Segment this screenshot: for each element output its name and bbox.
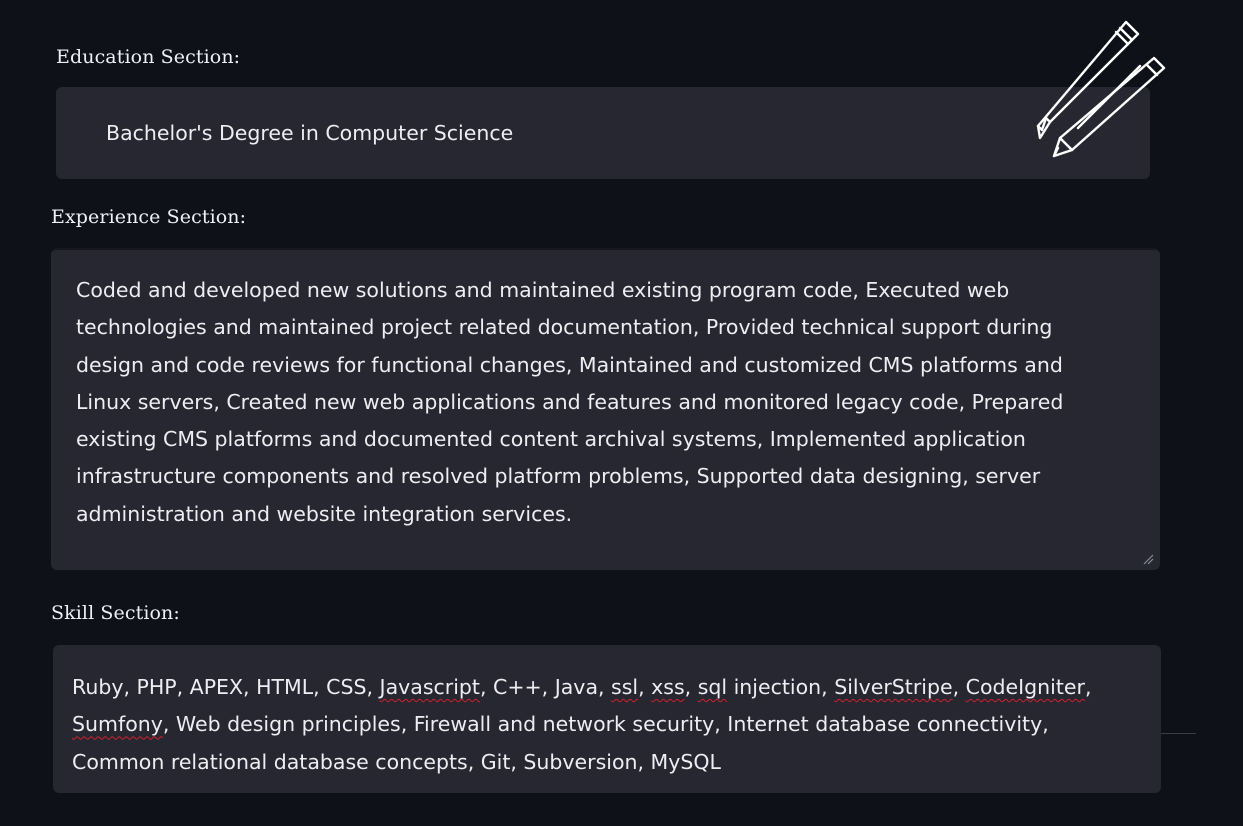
skill-misspelled-word: CodeIgniter	[965, 675, 1085, 699]
skill-misspelled-word: Javascript	[379, 675, 480, 699]
skill-misspelled-word: Sumfony	[72, 712, 163, 737]
pens-icon	[1036, 20, 1166, 158]
experience-section-label: Experience Section:	[51, 206, 247, 228]
skill-input[interactable]: Ruby, PHP, APEX, HTML, CSS, Javascript, …	[53, 645, 1161, 793]
skill-text-segment: ,	[684, 675, 698, 699]
education-input[interactable]: Bachelor's Degree in Computer Science	[56, 87, 1150, 179]
skill-text-segment: , Web design principles, Firewall and ne…	[72, 712, 1049, 774]
education-section-label: Education Section:	[56, 46, 241, 68]
resume-form: Education Section: Bachelor's Degree in …	[0, 0, 1243, 826]
skill-text: Ruby, PHP, APEX, HTML, CSS, Javascript, …	[72, 675, 1091, 774]
skill-misspelled-word: SilverStripe	[834, 675, 953, 699]
skill-text-segment: Ruby, PHP, APEX, HTML, CSS,	[72, 675, 380, 699]
skill-text-segment: , C++, Java,	[479, 675, 612, 699]
experience-text: Coded and developed new solutions and ma…	[76, 278, 1064, 526]
skill-text-segment: ,	[952, 675, 966, 699]
divider	[1161, 733, 1196, 734]
skill-section-label: Skill Section:	[51, 602, 180, 624]
skill-misspelled-word: sql	[697, 675, 728, 699]
resize-handle-icon[interactable]	[1142, 553, 1154, 565]
skill-text-segment: ,	[1084, 675, 1092, 699]
experience-textarea[interactable]: Coded and developed new solutions and ma…	[51, 248, 1160, 570]
skill-misspelled-word: xss	[651, 675, 685, 699]
skill-misspelled-word: ssl	[611, 675, 639, 699]
skill-text-segment: ,	[638, 675, 652, 699]
skill-text-segment: injection,	[727, 675, 835, 699]
